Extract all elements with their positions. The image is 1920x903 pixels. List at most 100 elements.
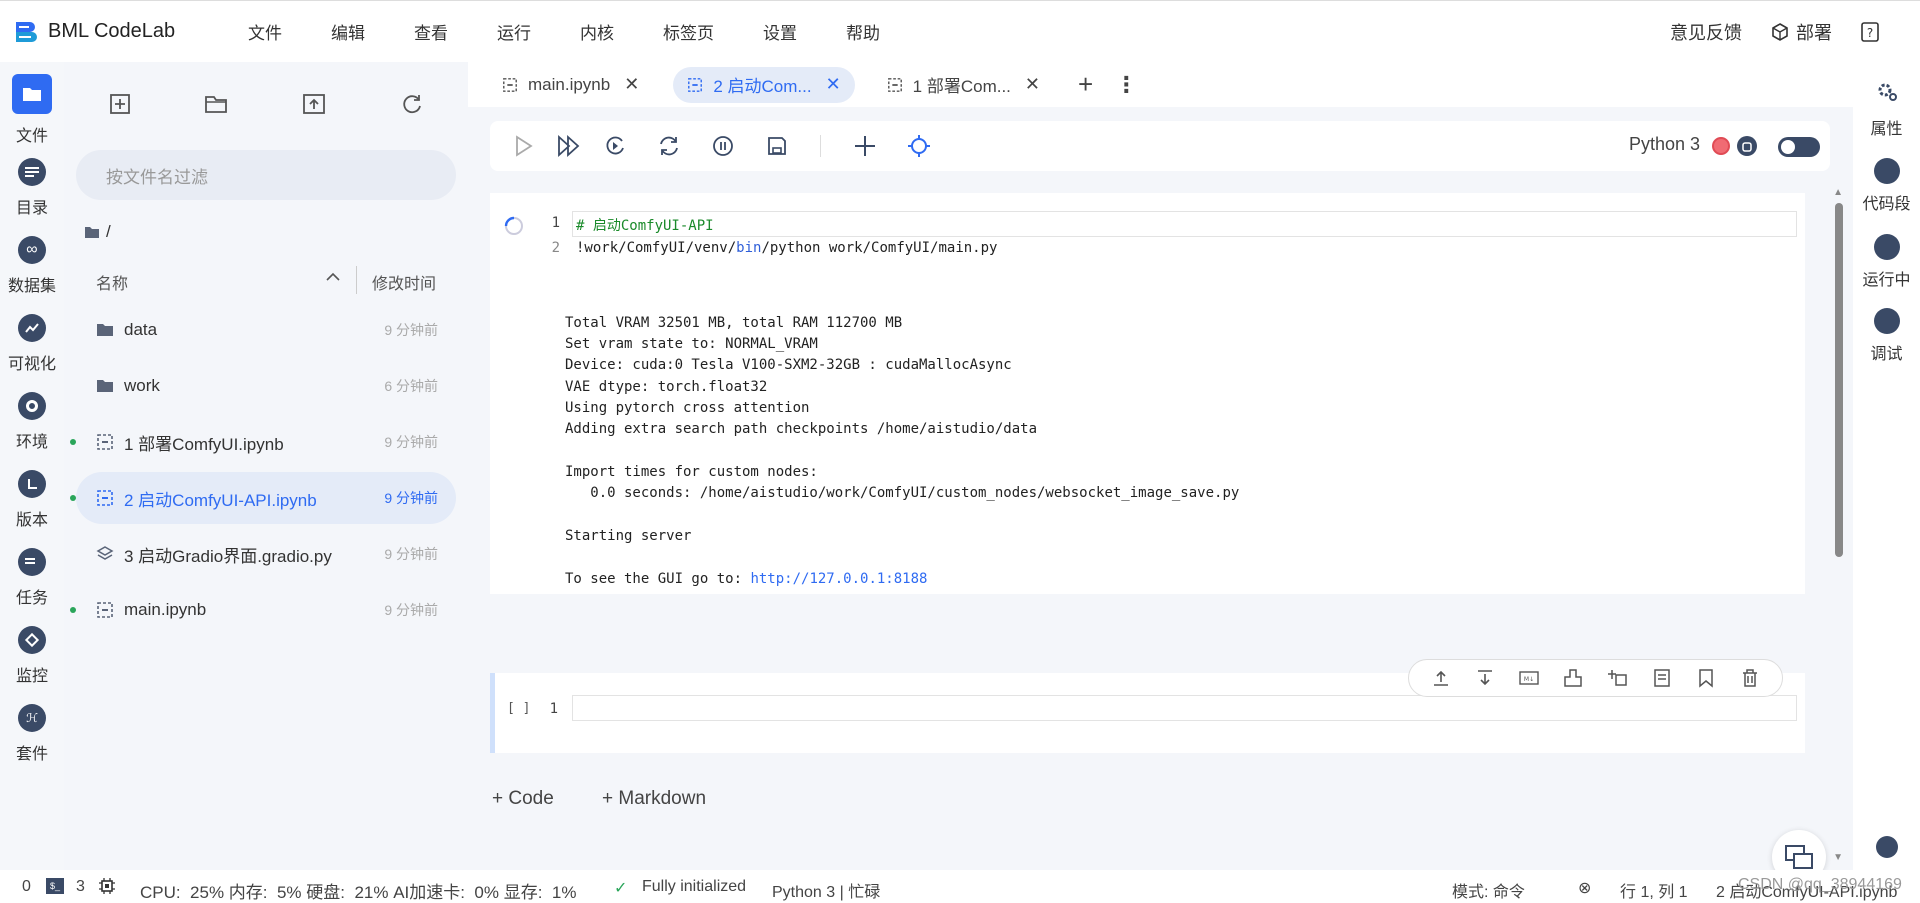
code-cell-1[interactable]: 1 2 # 启动ComfyUI-API !work/ComfyUI/venv/b… (490, 193, 1805, 299)
file-name: data (124, 320, 158, 339)
rail-monitor[interactable]: 监控 (0, 626, 64, 686)
menu-run[interactable]: 运行 (497, 19, 531, 44)
restart-run-icon[interactable] (602, 133, 628, 159)
menu-view[interactable]: 查看 (414, 19, 448, 44)
file-row-main-notebook[interactable]: main.ipynb 9 分钟前 (70, 584, 456, 636)
add-cell-icon[interactable] (852, 133, 878, 159)
new-folder-icon[interactable] (202, 90, 230, 118)
bug-off-icon[interactable]: ⊗ (1578, 878, 1591, 898)
rail-properties[interactable]: 属性 (1853, 80, 1920, 139)
rail-running[interactable]: 运行中 (1853, 234, 1920, 290)
rail-tasks[interactable]: 任务 (0, 548, 64, 608)
rail-toc[interactable]: 目录 (0, 158, 64, 218)
svg-text:?: ? (1867, 26, 1873, 40)
more-icon[interactable]: ⋮ (1115, 72, 1137, 98)
feedback-button[interactable]: 意见反馈 (1670, 19, 1742, 45)
mode-status[interactable]: 模式: 命令 (1452, 878, 1525, 902)
filename-filter-input[interactable]: 按文件名过滤 (76, 150, 456, 200)
output-line: Starting server (565, 528, 692, 544)
file-time: 9 分钟前 (384, 602, 438, 618)
rail-datasets[interactable]: ∞ 数据集 (0, 236, 64, 296)
rail-search[interactable] (1853, 836, 1920, 858)
add-markdown-button[interactable]: + Markdown (602, 788, 706, 810)
status-zero[interactable]: 0 (22, 878, 31, 896)
file-time: 9 分钟前 (384, 434, 438, 450)
menu-file[interactable]: 文件 (248, 19, 282, 44)
locate-icon[interactable] (906, 133, 932, 159)
debug-icon[interactable] (1736, 135, 1758, 157)
rail-debugger[interactable]: 调试 (1853, 308, 1920, 364)
new-file-icon[interactable] (106, 90, 134, 118)
markdown-icon[interactable]: M↓ (1518, 667, 1540, 689)
file-row-deploy-notebook[interactable]: 1 部署ComfyUI.ipynb 9 分钟前 (70, 416, 456, 468)
rail-suites[interactable]: ℋ 套件 (0, 704, 64, 764)
close-icon[interactable]: ✕ (1025, 74, 1040, 95)
snippet-icon (1873, 158, 1900, 184)
restart-icon[interactable] (656, 133, 682, 159)
col-time[interactable]: 修改时间 (372, 270, 436, 294)
menu-tabs[interactable]: 标签页 (663, 19, 714, 44)
run-all-icon[interactable] (556, 133, 582, 159)
notebook-area: Python 3 1 2 # 启动ComfyUI-API !work/Comfy… (468, 107, 1853, 870)
running-dot (70, 495, 76, 501)
chevron-up-icon[interactable] (326, 272, 340, 282)
tab-main[interactable]: main.ipynb ✕ (488, 67, 653, 103)
file-row-work[interactable]: work 6 分钟前 (76, 360, 456, 412)
cell-toolbar: M↓ (1408, 659, 1783, 697)
code-editor-input[interactable] (572, 695, 1797, 721)
cursor-position[interactable]: 行 1, 列 1 (1620, 878, 1688, 902)
deploy-button[interactable]: 部署 (1770, 19, 1832, 45)
col-name[interactable]: 名称 (96, 270, 128, 294)
delete-icon[interactable] (1739, 667, 1761, 689)
file-row-gradio[interactable]: 3 启动Gradio界面.gradio.py 9 分钟前 (76, 528, 456, 580)
upload-icon[interactable] (300, 90, 328, 118)
interrupt-icon[interactable] (710, 133, 736, 159)
breadcrumb[interactable]: / (84, 222, 111, 242)
refresh-icon[interactable] (398, 90, 426, 118)
copy-cell-icon[interactable] (1651, 667, 1673, 689)
add-code-button[interactable]: + Code (492, 788, 554, 810)
insert-above-icon[interactable] (1607, 667, 1629, 689)
clock-icon (18, 470, 46, 498)
debug-toggle[interactable] (1778, 137, 1820, 157)
move-up-icon[interactable] (1430, 667, 1452, 689)
menu-help[interactable]: 帮助 (846, 19, 880, 44)
status-terminals[interactable]: 3 (76, 878, 85, 896)
add-tab-icon[interactable]: + (1078, 69, 1093, 100)
kernel-name[interactable]: Python 3 (1629, 134, 1700, 155)
save-icon[interactable] (764, 133, 790, 159)
kernel-status[interactable]: Python 3 | 忙碌 (772, 878, 880, 902)
run-icon[interactable] (510, 133, 536, 159)
app-logo[interactable]: BML CodeLab (10, 17, 210, 47)
menu-edit[interactable]: 编辑 (331, 19, 365, 44)
file-time: 9 分钟前 (384, 490, 438, 506)
bookmark-icon[interactable] (1695, 667, 1717, 689)
rail-snippets[interactable]: 代码段 (1853, 158, 1920, 214)
menu-settings[interactable]: 设置 (763, 19, 797, 44)
rail-files[interactable]: 文件 (0, 74, 64, 146)
chip-icon (99, 878, 115, 894)
scroll-down-icon[interactable]: ▼ (1833, 852, 1843, 863)
file-row-data[interactable]: data 9 分钟前 (76, 304, 456, 356)
gui-link[interactable]: http://127.0.0.1:8188 (750, 571, 927, 587)
vertical-scrollbar[interactable] (1835, 203, 1843, 557)
rail-environment[interactable]: 环境 (0, 392, 64, 452)
menu-kernel[interactable]: 内核 (580, 19, 614, 44)
move-down-icon[interactable] (1474, 667, 1496, 689)
tab-deploy[interactable]: 1 部署Com... ✕ (873, 67, 1054, 103)
tab-api[interactable]: 2 启动Com... ✕ (673, 66, 855, 103)
close-icon[interactable]: ✕ (624, 74, 639, 95)
folder-icon (97, 324, 113, 336)
rail-version[interactable]: 版本 (0, 470, 64, 530)
line-number: 1 (549, 701, 558, 717)
file-row-api-notebook[interactable]: 2 启动ComfyUI-API.ipynb 9 分钟前 (70, 472, 456, 524)
status-bar: 0 $_ 3 CPU: 25% 内存: 5% 硬盘: 21% AI加速卡: 0%… (0, 870, 1920, 902)
rail-visualization[interactable]: 可视化 (0, 314, 64, 374)
help-button[interactable]: ? (1860, 21, 1880, 43)
clear-icon[interactable] (1562, 667, 1584, 689)
scroll-up-icon[interactable]: ▲ (1833, 187, 1843, 198)
path-text: / (106, 222, 111, 241)
output-line: Adding extra search path checkpoints /ho… (565, 421, 1038, 437)
close-icon[interactable]: ✕ (826, 74, 841, 95)
rail-version-label: 版本 (15, 512, 48, 529)
